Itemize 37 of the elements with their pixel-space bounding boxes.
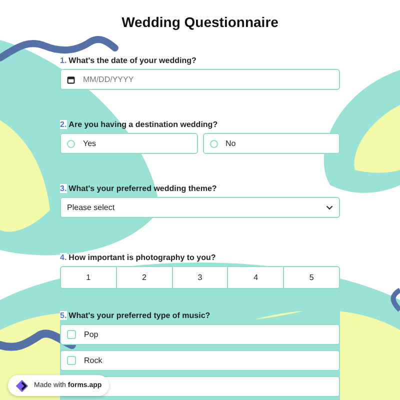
option-label: Pop: [84, 330, 98, 339]
question-number: 4.: [60, 253, 67, 262]
question-number: 2.: [60, 120, 67, 129]
theme-dropdown[interactable]: Please select: [60, 197, 340, 218]
decorative-blob: [354, 105, 400, 173]
option-label: Yes: [83, 139, 96, 148]
question-number: 1.: [60, 56, 67, 65]
date-field[interactable]: MM/DD/YYYY: [60, 69, 340, 90]
question-label: What's the date of your wedding?: [68, 56, 196, 65]
question-number: 5.: [60, 311, 67, 320]
rating-option[interactable]: 4: [227, 267, 284, 288]
rating-option[interactable]: 2: [116, 267, 172, 288]
question-number: 3.: [60, 184, 67, 193]
option-label: Rock: [84, 356, 102, 365]
checkbox[interactable]: [67, 356, 76, 365]
wavy-line: [390, 288, 400, 312]
rating-option[interactable]: 5: [283, 267, 339, 288]
question-label: What's your preferred type of music?: [68, 311, 210, 320]
form-title: Wedding Questionnaire: [120, 14, 280, 30]
radio-circle[interactable]: [67, 140, 75, 148]
question-label: Are you having a destination wedding?: [68, 120, 218, 129]
question-label: How important is photography to you?: [68, 253, 216, 262]
checkbox-option[interactable]: Rock: [60, 350, 340, 371]
checkbox[interactable]: [67, 330, 76, 339]
radio-circle[interactable]: [210, 140, 218, 148]
option-label: No: [226, 139, 236, 148]
dropdown-value: Please select: [67, 203, 115, 212]
logo-icon: [15, 378, 29, 392]
rating-option[interactable]: 1: [61, 267, 116, 288]
rating-option[interactable]: 3: [172, 267, 228, 288]
chevron-down-icon: [326, 205, 333, 210]
radio-option[interactable]: No: [202, 133, 340, 154]
date-placeholder: MM/DD/YYYY: [83, 75, 134, 84]
checkbox-option[interactable]: Pop: [60, 324, 340, 345]
calendar-icon: [67, 76, 75, 84]
radio-option[interactable]: Yes: [60, 133, 198, 154]
question-label: What's your preferred wedding theme?: [68, 184, 217, 193]
